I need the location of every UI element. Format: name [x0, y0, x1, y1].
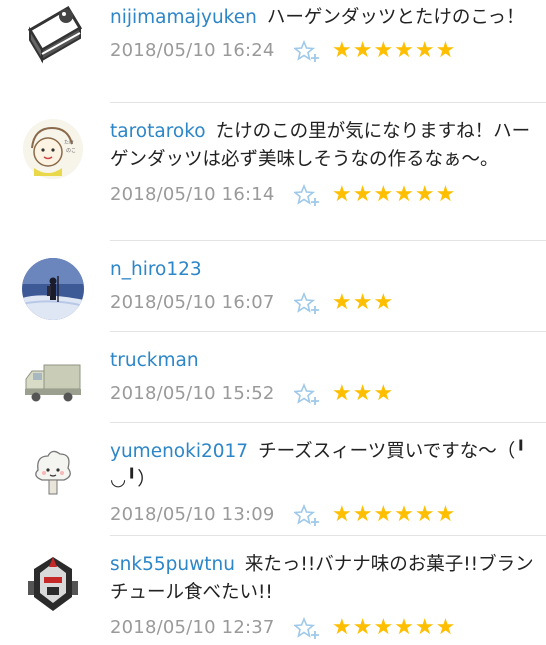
- star-rating: ★★★★★★: [332, 182, 457, 207]
- star-rating: ★★★★★★: [332, 615, 457, 640]
- cake-slice-icon: [27, 5, 83, 64]
- svg-text:のこ: のこ: [66, 148, 76, 154]
- divider: [110, 240, 546, 241]
- username-link[interactable]: yumenoki2017: [110, 441, 248, 462]
- avatar[interactable]: たけ のこ: [22, 118, 84, 180]
- avatar[interactable]: [22, 553, 84, 615]
- add-star-button[interactable]: [292, 382, 320, 407]
- star-rating: ★★★: [332, 290, 395, 315]
- avatar[interactable]: [22, 2, 84, 64]
- username-link[interactable]: n_hiro123: [110, 259, 202, 280]
- add-star-button[interactable]: [292, 183, 320, 208]
- avatar[interactable]: [22, 351, 84, 413]
- divider: [110, 535, 546, 536]
- star-rating: ★★★★★★: [332, 38, 457, 63]
- star-plus-icon: [292, 291, 319, 314]
- star-plus-icon: [292, 39, 319, 62]
- timestamp: 2018/05/10 16:07: [110, 292, 275, 313]
- timestamp: 2018/05/10 15:52: [110, 383, 275, 404]
- timestamp: 2018/05/10 13:09: [110, 504, 275, 525]
- username-link[interactable]: nijimamajyuken: [110, 7, 257, 28]
- divider: [110, 422, 546, 423]
- username-link[interactable]: truckman: [110, 350, 199, 371]
- star-rating: ★★★★★★: [332, 502, 457, 527]
- comment-text: ハーゲンダッツとたけのこっ！: [266, 7, 525, 28]
- avatar[interactable]: [22, 442, 84, 504]
- add-star-button[interactable]: [292, 291, 320, 316]
- truck-icon: [25, 364, 81, 402]
- robot-icon: [22, 553, 84, 615]
- tree-character-icon: [23, 443, 83, 503]
- username-link[interactable]: tarotaroko: [110, 121, 206, 142]
- timestamp: 2018/05/10 16:14: [110, 184, 275, 205]
- add-star-button[interactable]: [292, 503, 320, 528]
- timestamp: 2018/05/10 16:24: [110, 40, 275, 61]
- username-link[interactable]: snk55puwtnu: [110, 554, 235, 575]
- divider: [110, 331, 546, 332]
- star-rating: ★★★: [332, 381, 395, 406]
- star-plus-icon: [292, 382, 319, 405]
- add-star-button[interactable]: [292, 39, 320, 64]
- star-plus-icon: [292, 616, 319, 639]
- add-star-button[interactable]: [292, 616, 320, 641]
- svg-text:たけ: たけ: [64, 140, 74, 146]
- timestamp: 2018/05/10 12:37: [110, 617, 275, 638]
- avatar[interactable]: [22, 258, 84, 320]
- hand-drawn-face-icon: たけ のこ: [23, 119, 83, 179]
- star-plus-icon: [292, 183, 319, 206]
- divider: [110, 102, 546, 103]
- mountain-photo-icon: [22, 258, 84, 320]
- star-plus-icon: [292, 503, 319, 526]
